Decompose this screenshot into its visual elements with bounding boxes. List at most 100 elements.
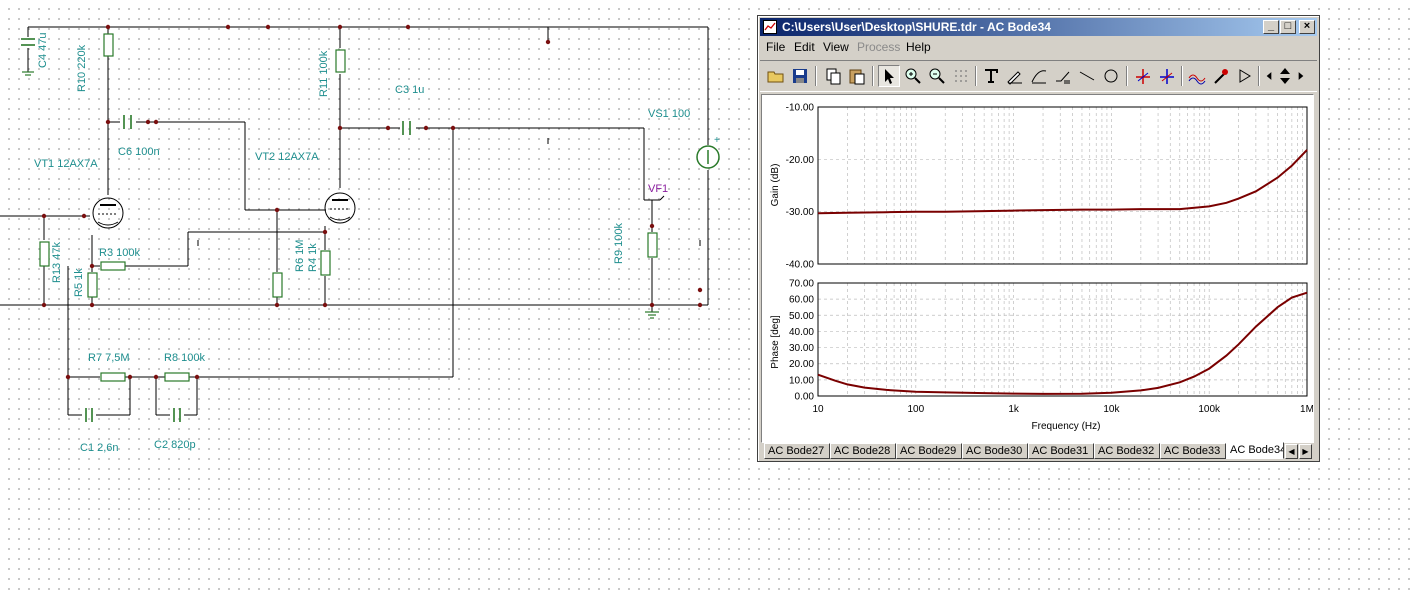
r4-resistor[interactable] [320,250,331,276]
curve-button[interactable] [1028,65,1050,87]
probe-button[interactable] [1210,65,1232,87]
r10-resistor[interactable] [103,33,114,57]
text-button[interactable] [980,65,1002,87]
grid-button[interactable] [950,65,972,87]
gain-ylabel: Gain (dB) [770,164,781,207]
zoom-out-button[interactable] [926,65,948,87]
menu-process[interactable]: Process [857,40,900,54]
scroll-right-button[interactable] [1294,65,1308,87]
r13-resistor[interactable] [39,241,50,267]
minimize-button[interactable]: _ [1263,20,1279,34]
zoom-in-button[interactable] [902,65,924,87]
pen-button[interactable] [1004,65,1026,87]
menu-file[interactable]: File [766,40,785,54]
phase-plot-frame [817,282,1308,397]
title-bar[interactable]: C:\Users\User\Desktop\SHURE.tdr - AC Bod… [760,18,1317,36]
menu-help[interactable]: Help [906,40,931,54]
text-icon [985,69,998,83]
circle-button[interactable] [1100,65,1122,87]
plot-area[interactable]: -10.00 -20.00 -30.00 -40.00 Gain (dB) 70.00… [761,94,1314,443]
bode-window[interactable]: C:\Users\User\Desktop\SHURE.tdr - AC Bod… [757,15,1320,462]
vs1-source[interactable] [696,145,720,169]
vt2-tube[interactable] [324,192,356,224]
tab-ac-bode32[interactable]: AC Bode32 [1094,443,1160,459]
gain-plot-frame [817,106,1308,265]
pointer-icon [885,69,894,84]
tab-ac-bode33[interactable]: AC Bode33 [1160,443,1226,459]
label-r9: R9 100k [613,223,625,264]
phase-ytick-label: 70.00 [789,279,814,290]
r11-resistor[interactable] [335,49,346,73]
r3-resistor[interactable] [100,261,126,271]
c3-capacitor[interactable] [402,121,411,135]
tab-ac-bode27[interactable]: AC Bode27 [764,443,830,459]
r8-resistor[interactable] [164,372,190,382]
frequency-tick-label: 1M [1300,404,1313,415]
tab-ac-bode31[interactable]: AC Bode31 [1028,443,1094,459]
phase-ytick-label: 40.00 [789,327,814,338]
tab-scroll-right-button[interactable]: ▶ [1299,444,1312,459]
label-r4: R4 1k [307,243,319,272]
save-button[interactable] [789,65,811,87]
phase-panel[interactable]: 70.0060.0050.0040.0030.0020.0010.000.00 … [770,279,1313,433]
line-icon [1079,71,1095,81]
label-r13: R13 47k [51,242,63,283]
frequency-ticks: 10 100 1k 10k 100k 1M [812,404,1313,415]
frequency-tick-label: 10 [812,404,824,415]
pointer-button[interactable] [878,65,900,87]
save-icon [793,69,807,83]
scroll-left-button[interactable] [1262,65,1276,87]
phase-ytick-label: 0.00 [795,392,815,403]
arrow-button[interactable] [1234,65,1256,87]
vt1-tube[interactable] [92,197,124,229]
label-r11: R11 100k [318,50,330,97]
frequency-tick-label: 100k [1198,404,1221,415]
menu-edit[interactable]: Edit [794,40,815,54]
phase-ylabel: Phase [deg] [770,315,781,369]
gain-ytick-label: -40.00 [786,260,815,271]
zoom-out-icon [929,68,945,84]
c4-capacitor[interactable] [21,38,35,46]
phase-ytick-label: 20.00 [789,359,814,370]
slope-button[interactable] [1052,65,1074,87]
tab-strip: AC Bode27 AC Bode28 AC Bode29 AC Bode30 … [761,442,1314,460]
circle-icon [1104,69,1118,83]
r5-resistor[interactable] [87,272,98,298]
r6-resistor[interactable] [272,272,283,298]
label-vs1: VS1 100 [648,108,690,120]
c1-capacitor[interactable] [85,408,93,422]
right-icon [1298,72,1304,80]
paste-icon [849,69,865,85]
bode-chart[interactable]: -10.00 -20.00 -30.00 -40.00 Gain (dB) 70.00… [762,95,1313,442]
tab-ac-bode34[interactable]: AC Bode34 [1226,442,1284,459]
label-r5: R5 1k [73,268,85,297]
menu-view[interactable]: View [823,40,849,54]
paste-button[interactable] [846,65,868,87]
schematic-canvas[interactable]: C4 47u R10 220k VT1 12AX7A C6 100n R13 4… [0,0,760,590]
close-button[interactable]: × [1299,20,1315,34]
gain-panel[interactable]: -10.00 -20.00 -30.00 -40.00 Gain (dB) [770,103,1308,271]
tab-ac-bode28[interactable]: AC Bode28 [830,443,896,459]
gain-ytick-label: -20.00 [786,155,815,166]
pen-icon [1007,71,1022,85]
tab-ac-bode29[interactable]: AC Bode29 [896,443,962,459]
c6-capacitor[interactable] [123,115,132,129]
frequency-xlabel: Frequency (Hz) [1032,421,1101,432]
open-button[interactable] [765,65,787,87]
r7-resistor[interactable] [100,372,126,382]
scroll-updown-button[interactable] [1276,65,1294,87]
phase-ticks: 70.00 60.00 50.00 40.00 30.00 20.00 10.00 0.00 [789,279,814,403]
maximize-button[interactable]: □ [1280,20,1296,34]
tab-ac-bode30[interactable]: AC Bode30 [962,443,1028,459]
tab-scroll-left-button[interactable]: ◀ [1285,444,1298,459]
cursor-b-icon [1160,69,1174,84]
phase-ytick-label: 10.00 [789,375,814,386]
r9-resistor[interactable] [647,232,658,258]
cursor-a-button[interactable] [1132,65,1154,87]
line-button[interactable] [1076,65,1098,87]
cursor-b-button[interactable] [1156,65,1178,87]
c2-capacitor[interactable] [173,408,181,422]
peak-button[interactable] [1186,65,1208,87]
copy-button[interactable] [822,65,844,87]
phase-grid [817,282,1308,397]
